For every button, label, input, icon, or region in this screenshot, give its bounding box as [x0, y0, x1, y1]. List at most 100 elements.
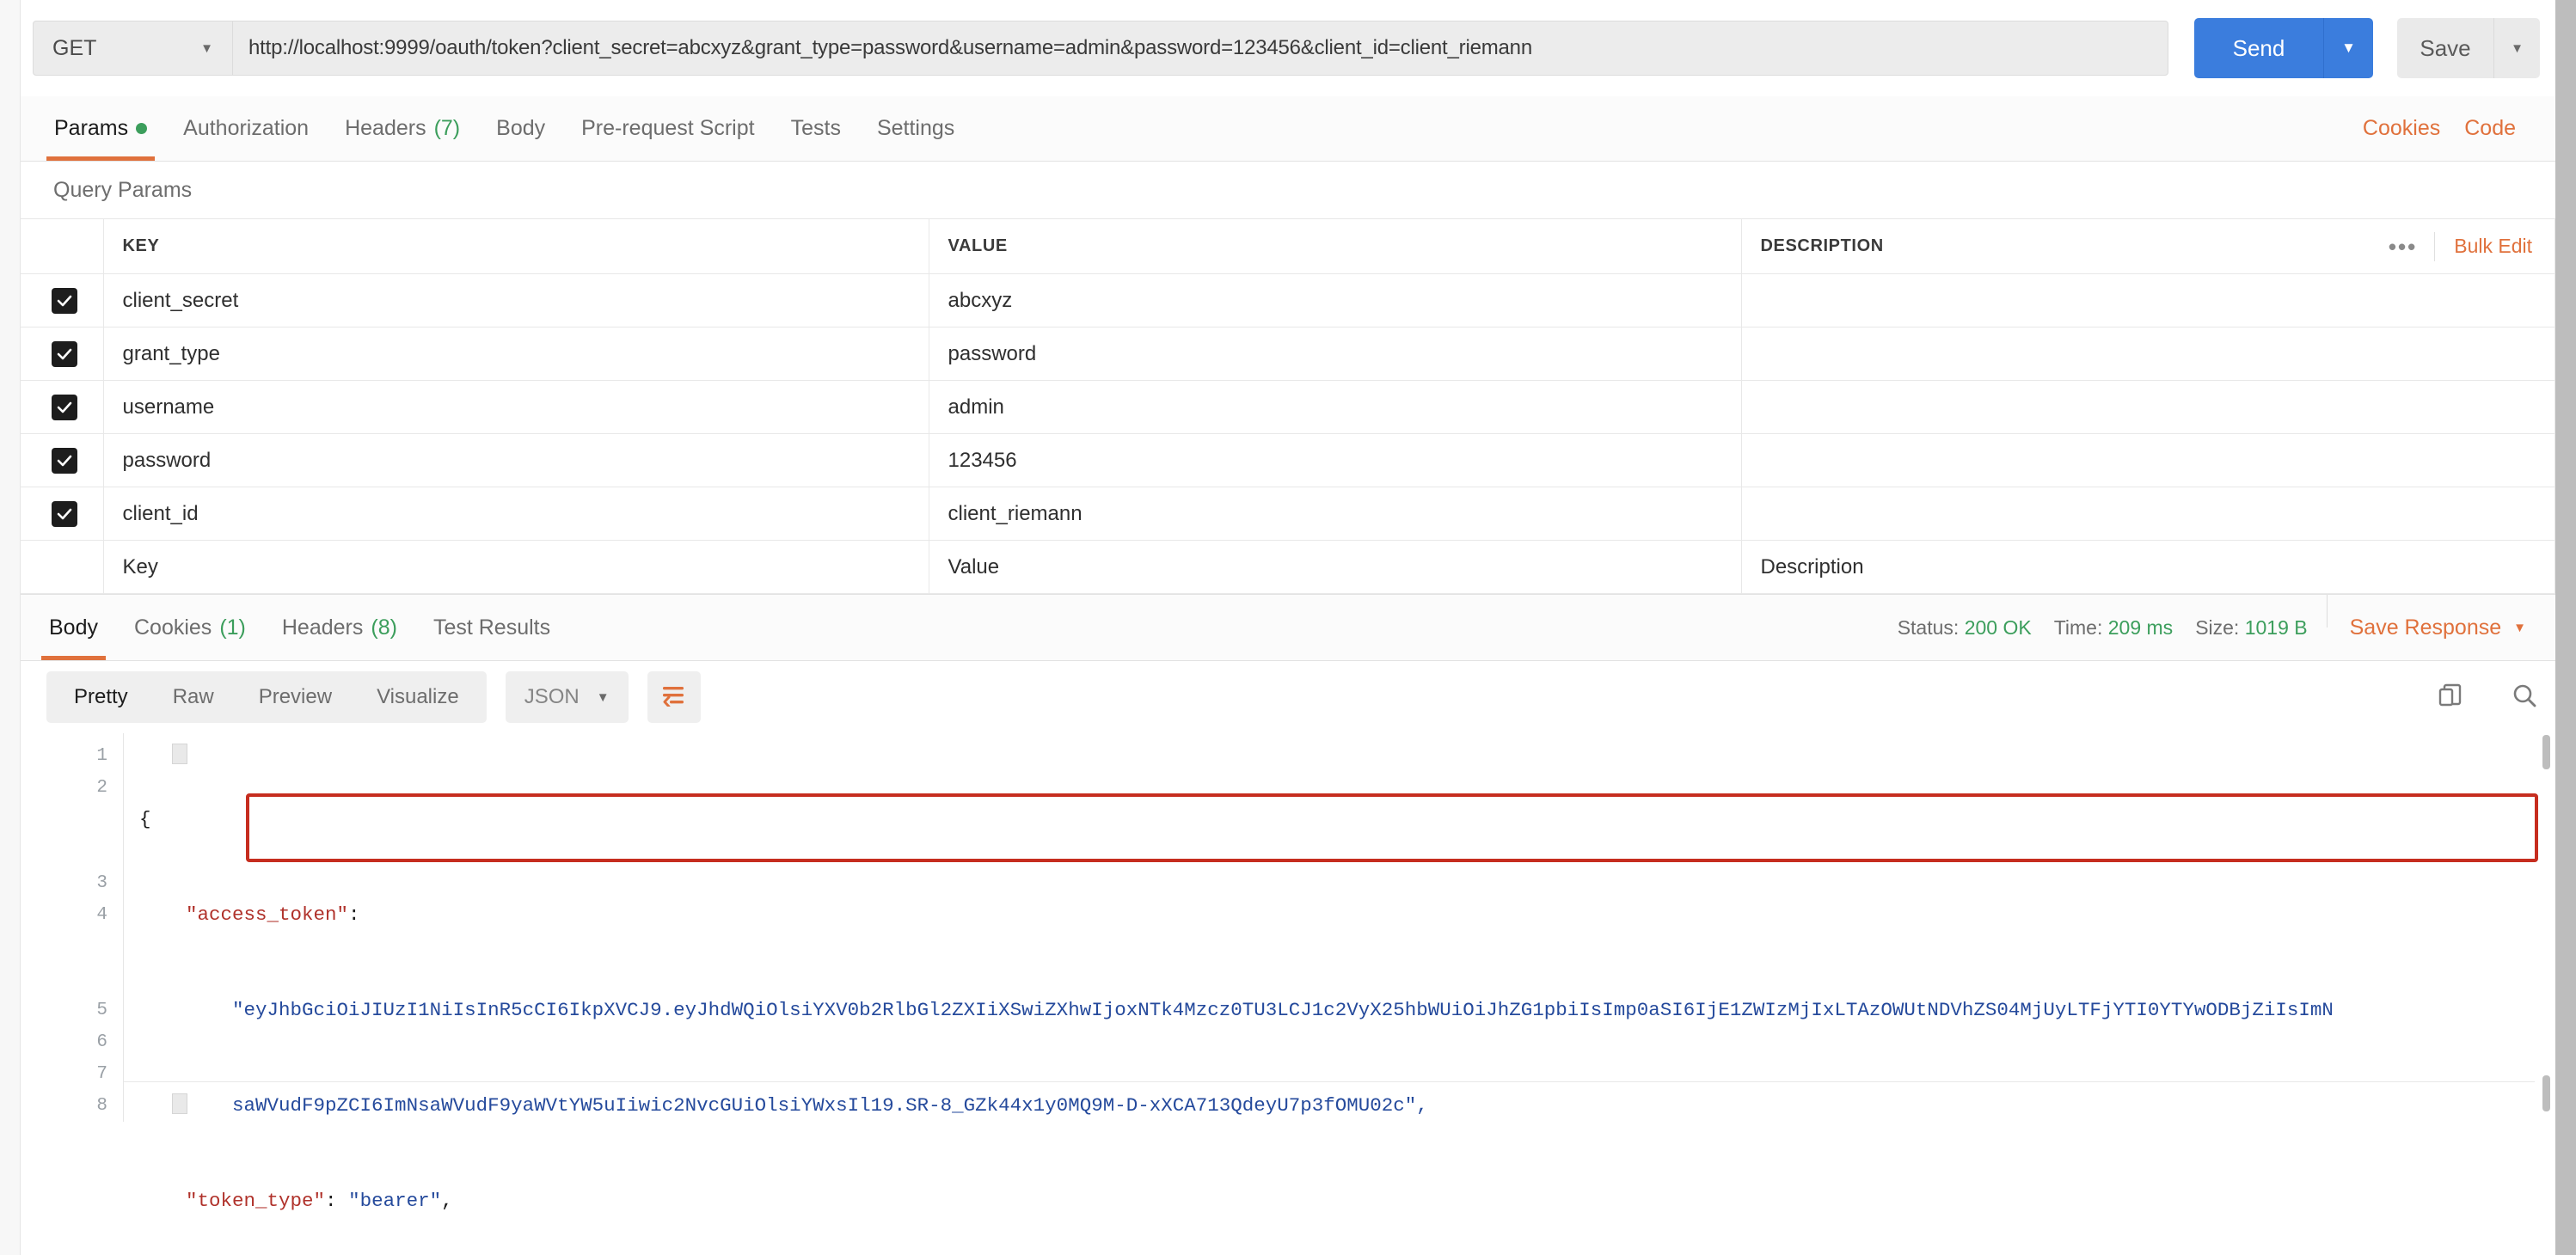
tab-pre-request-script[interactable]: Pre-request Script	[563, 96, 772, 161]
chevron-down-icon: ▼	[200, 41, 213, 56]
code-fold-marker-open[interactable]	[172, 744, 187, 764]
code-line-2: "access_token":	[139, 899, 2555, 931]
param-value[interactable]: password	[929, 328, 1741, 381]
param-description[interactable]	[1741, 274, 2555, 328]
chevron-down-icon: ▼	[2513, 621, 2526, 635]
tab-settings[interactable]: Settings	[859, 96, 972, 161]
param-key[interactable]: password	[103, 434, 929, 487]
column-header-description-label: DESCRIPTION	[1761, 236, 2371, 256]
new-param-key-input[interactable]: Key	[103, 541, 929, 594]
line-number: 7	[21, 1058, 123, 1090]
table-row[interactable]: username admin	[21, 381, 2555, 434]
time-label: Time:	[2054, 616, 2103, 639]
copy-button[interactable]	[2426, 673, 2475, 721]
column-header-value: VALUE	[929, 219, 1741, 274]
response-tabs: Body Cookies (1) Headers (8) Test Result…	[21, 594, 2555, 661]
checkbox-checked-icon[interactable]	[52, 501, 77, 527]
tab-body[interactable]: Body	[478, 96, 563, 161]
format-label: JSON	[524, 685, 580, 709]
param-value[interactable]: 123456	[929, 434, 1741, 487]
format-select[interactable]: JSON ▼	[506, 671, 629, 723]
response-tabs-spacer	[568, 595, 1898, 660]
response-tab-body[interactable]: Body	[31, 595, 116, 660]
view-pretty[interactable]: Pretty	[52, 671, 150, 723]
checkbox-checked-icon[interactable]	[52, 448, 77, 474]
http-method-select[interactable]: GET ▼	[33, 21, 232, 76]
response-tab-headers-label: Headers	[282, 615, 364, 640]
json-value-token-type: "bearer"	[348, 1190, 441, 1212]
code-link[interactable]: Code	[2452, 96, 2528, 161]
save-response-button[interactable]: Save Response ▼	[2328, 595, 2535, 660]
param-value[interactable]: admin	[929, 381, 1741, 434]
response-tab-cookies-count: (1)	[219, 615, 246, 640]
table-header-row: KEY VALUE DESCRIPTION ••• Bulk Edit	[21, 219, 2555, 274]
table-row[interactable]: client_secret abcxyz	[21, 274, 2555, 328]
save-response-label: Save Response	[2350, 615, 2502, 640]
more-options-icon[interactable]: •••	[2371, 232, 2435, 261]
param-value[interactable]: client_riemann	[929, 487, 1741, 541]
table-row[interactable]: client_id client_riemann	[21, 487, 2555, 541]
param-key[interactable]: client_secret	[103, 274, 929, 328]
code-scrollbar-thumb-bottom[interactable]	[2542, 1075, 2550, 1111]
cookies-link[interactable]: Cookies	[2351, 96, 2452, 161]
param-description[interactable]	[1741, 434, 2555, 487]
param-key[interactable]: username	[103, 381, 929, 434]
url-input[interactable]: http://localhost:9999/oauth/token?client…	[232, 21, 2168, 76]
search-button[interactable]	[2500, 673, 2548, 721]
json-value-access-token-part1: "eyJhbGciOiJIUzI1NiIsInR5cCI6IkpXVCJ9.ey…	[232, 999, 2334, 1021]
code-fold-marker-close[interactable]	[172, 1093, 187, 1114]
tab-authorization[interactable]: Authorization	[165, 96, 327, 161]
new-param-description-input[interactable]: Description	[1741, 541, 2555, 594]
response-tab-headers-count: (8)	[371, 615, 397, 640]
response-tab-headers[interactable]: Headers (8)	[264, 595, 415, 660]
row-checkbox-cell[interactable]	[21, 381, 103, 434]
view-preview[interactable]: Preview	[236, 671, 354, 723]
param-value[interactable]: abcxyz	[929, 274, 1741, 328]
bulk-edit-button[interactable]: Bulk Edit	[2435, 235, 2555, 258]
row-checkbox-cell[interactable]	[21, 328, 103, 381]
line-number: 8	[21, 1090, 123, 1122]
row-checkbox-cell[interactable]	[21, 487, 103, 541]
word-wrap-button[interactable]	[647, 671, 701, 723]
table-row[interactable]: password 123456	[21, 434, 2555, 487]
param-description[interactable]	[1741, 328, 2555, 381]
send-button[interactable]: Send	[2194, 18, 2323, 78]
tabs-spacer	[972, 96, 2351, 161]
response-tab-test-results-label: Test Results	[433, 615, 550, 640]
row-checkbox-cell-empty[interactable]	[21, 541, 103, 594]
tab-params[interactable]: Params	[36, 96, 165, 161]
status-label: Status:	[1898, 616, 1960, 639]
word-wrap-icon	[661, 684, 687, 711]
line-number-spacer-a	[21, 804, 123, 836]
chevron-down-icon: ▼	[2511, 41, 2524, 56]
new-param-value-input[interactable]: Value	[929, 541, 1741, 594]
save-options-button[interactable]: ▼	[2493, 18, 2540, 78]
view-raw[interactable]: Raw	[150, 671, 236, 723]
param-key[interactable]: grant_type	[103, 328, 929, 381]
checkbox-checked-icon[interactable]	[52, 395, 77, 420]
table-row[interactable]: grant_type password	[21, 328, 2555, 381]
checkbox-checked-icon[interactable]	[52, 288, 77, 314]
response-meta: Status: 200 OK Time: 209 ms Size: 1019 B	[1898, 595, 2327, 660]
save-button[interactable]: Save	[2397, 18, 2493, 78]
param-description[interactable]	[1741, 381, 2555, 434]
tab-tests[interactable]: Tests	[773, 96, 859, 161]
json-key-access-token: "access_token"	[186, 903, 348, 926]
tab-headers[interactable]: Headers (7)	[327, 96, 478, 161]
view-visualize[interactable]: Visualize	[354, 671, 481, 723]
row-checkbox-cell[interactable]	[21, 274, 103, 328]
response-tab-test-results[interactable]: Test Results	[415, 595, 568, 660]
checkbox-checked-icon[interactable]	[52, 341, 77, 367]
json-code[interactable]: { "access_token": "eyJhbGciOiJIUzI1NiIsI…	[124, 733, 2555, 1255]
param-description[interactable]	[1741, 487, 2555, 541]
param-key[interactable]: client_id	[103, 487, 929, 541]
response-body-viewer[interactable]: 1 2 3 4 5 6 7 8 { "access_token": "eyJhb…	[21, 733, 2555, 1255]
size-group: Size: 1019 B	[2195, 616, 2307, 640]
column-header-key: KEY	[103, 219, 929, 274]
table-row-empty[interactable]: Key Value Description	[21, 541, 2555, 594]
row-checkbox-cell[interactable]	[21, 434, 103, 487]
code-scrollbar-thumb-top[interactable]	[2542, 735, 2550, 769]
response-tab-cookies[interactable]: Cookies (1)	[116, 595, 264, 660]
send-options-button[interactable]: ▼	[2323, 18, 2373, 78]
send-button-group: Send ▼	[2194, 18, 2373, 78]
